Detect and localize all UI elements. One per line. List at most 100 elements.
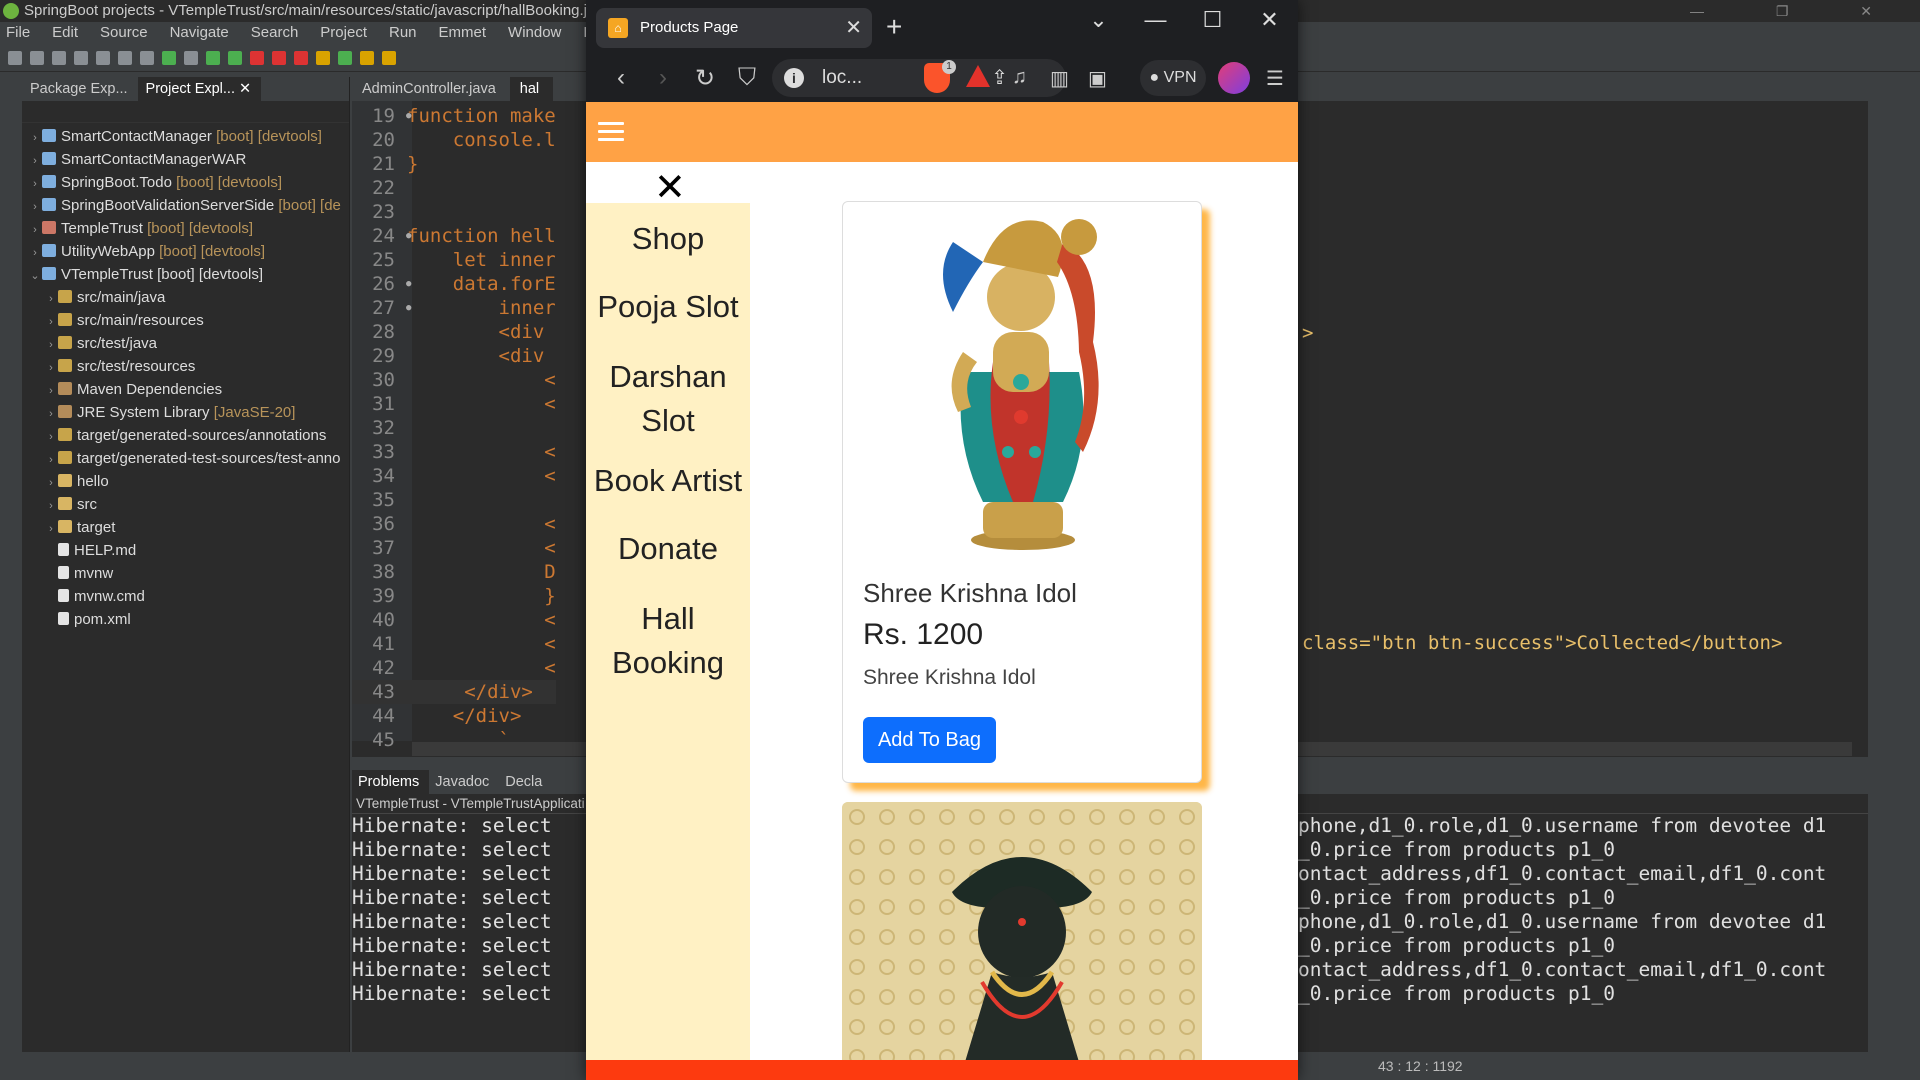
tab-products-page[interactable]: ⌂ Products Page ✕	[596, 8, 872, 48]
tab-declaration[interactable]: Decla	[499, 770, 552, 794]
brave-rewards-icon[interactable]	[966, 65, 990, 87]
close-sidenav-icon[interactable]: ✕	[654, 168, 686, 208]
tab-hall-booking[interactable]: hal	[509, 77, 554, 101]
new-tab-button[interactable]: +	[886, 10, 902, 44]
tab-search-icon[interactable]: ⌄	[1070, 0, 1127, 40]
expand-arrow-icon[interactable]: ›	[44, 334, 58, 357]
menu-item-project[interactable]: Project	[320, 22, 367, 44]
tab-javadoc[interactable]: Javadoc	[429, 770, 499, 794]
menu-item-navigate[interactable]: Navigate	[170, 22, 229, 44]
tree-item[interactable]: › UtilityWebApp [boot] [devtools]	[22, 240, 349, 263]
reload-icon[interactable]: ↻	[684, 64, 726, 93]
expand-arrow-icon[interactable]: ›	[44, 518, 58, 541]
nav-hall-booking[interactable]: Hall Booking	[586, 597, 750, 685]
expand-arrow-icon[interactable]: ›	[28, 150, 42, 173]
tree-item[interactable]: › src/main/resources	[22, 309, 349, 332]
tree-item[interactable]: mvnw	[22, 562, 349, 585]
expand-arrow-icon[interactable]: ›	[44, 380, 58, 403]
close-tab-icon[interactable]: ✕	[845, 8, 862, 48]
nav-book-artist[interactable]: Book Artist	[586, 459, 750, 503]
open-type-icon[interactable]	[360, 50, 374, 65]
expand-arrow-icon[interactable]: ›	[28, 196, 42, 219]
spring-boot-icon[interactable]	[162, 50, 176, 65]
expand-arrow-icon[interactable]: ›	[44, 357, 58, 380]
redo-icon[interactable]	[96, 50, 110, 65]
expand-arrow-icon[interactable]: ›	[28, 127, 42, 150]
forward-icon[interactable]: ›	[642, 64, 684, 92]
tree-item[interactable]: › src/test/resources	[22, 355, 349, 378]
tree-item[interactable]: › SmartContactManagerWAR	[22, 148, 349, 171]
new-package-icon[interactable]	[338, 50, 352, 65]
expand-arrow-icon[interactable]: ›	[44, 472, 58, 495]
nav-donate[interactable]: Donate	[586, 527, 750, 571]
expand-arrow-icon[interactable]: ›	[44, 403, 58, 426]
menu-item-emmet[interactable]: Emmet	[439, 22, 487, 44]
expand-arrow-icon[interactable]: ⌄	[28, 265, 42, 288]
new-java-project-icon[interactable]	[316, 50, 330, 65]
maximize-icon[interactable]: ☐	[1184, 0, 1241, 40]
tree-item[interactable]: mvnw.cmd	[22, 585, 349, 608]
tree-item[interactable]: › SpringBoot.Todo [boot] [devtools]	[22, 171, 349, 194]
ide-window-controls[interactable]: — ❐ ✕	[1690, 0, 1906, 22]
tree-item[interactable]: › target	[22, 516, 349, 539]
add-to-bag-button[interactable]: Add To Bag	[863, 717, 996, 763]
tab-problems[interactable]: Problems	[352, 770, 430, 794]
expand-arrow-icon[interactable]: ›	[44, 426, 58, 449]
brave-shields-icon[interactable]: 1	[924, 60, 956, 93]
tree-item[interactable]: › src/main/java	[22, 286, 349, 309]
tree-item[interactable]: HELP.md	[22, 539, 349, 562]
menu-item-search[interactable]: Search	[251, 22, 299, 44]
tree-item[interactable]: › JRE System Library [JavaSE-20]	[22, 401, 349, 424]
stop-icon[interactable]	[272, 50, 286, 65]
tree-item[interactable]: › target/generated-sources/annotations	[22, 424, 349, 447]
nav-pooja-slot[interactable]: Pooja Slot	[586, 285, 750, 329]
debug-icon[interactable]	[206, 50, 220, 65]
tree-item[interactable]: ⌄ VTempleTrust [boot] [devtools]	[22, 263, 349, 286]
wallet-icon[interactable]: ▣	[1088, 66, 1107, 91]
close-window-icon[interactable]: ✕	[1241, 0, 1298, 40]
save-icon[interactable]	[30, 50, 44, 65]
menu-icon[interactable]: ☰	[1266, 66, 1284, 91]
menu-item-source[interactable]: Source	[100, 22, 148, 44]
expand-arrow-icon[interactable]: ›	[44, 495, 58, 518]
hamburger-menu-icon[interactable]	[598, 122, 624, 142]
nav-shop[interactable]: Shop	[586, 217, 750, 261]
media-icon[interactable]: ♫	[1012, 66, 1027, 89]
tree-item[interactable]: › Maven Dependencies	[22, 378, 349, 401]
tree-item[interactable]: pom.xml	[22, 608, 349, 631]
tab-project-explorer[interactable]: Project Expl... ✕	[137, 77, 262, 101]
site-info-icon[interactable]: i	[784, 68, 804, 88]
tree-item[interactable]: › src/test/java	[22, 332, 349, 355]
expand-arrow-icon[interactable]: ›	[28, 242, 42, 265]
tree-item[interactable]: › TempleTrust [boot] [devtools]	[22, 217, 349, 240]
expand-arrow-icon[interactable]: ›	[44, 311, 58, 334]
tree-item[interactable]: › SpringBootValidationServerSide [boot] […	[22, 194, 349, 217]
toolbar-icon[interactable]	[140, 50, 154, 65]
toolbar-icon[interactable]	[184, 50, 198, 65]
menu-item-edit[interactable]: Edit	[52, 22, 78, 44]
undo-icon[interactable]	[74, 50, 88, 65]
menu-item-window[interactable]: Window	[508, 22, 561, 44]
menu-item-file[interactable]: File	[6, 22, 30, 44]
tree-item[interactable]: › target/generated-test-sources/test-anno	[22, 447, 349, 470]
back-icon[interactable]: ‹	[600, 64, 642, 92]
tree-item[interactable]: › SmartContactManager [boot] [devtools]	[22, 125, 349, 148]
expand-arrow-icon[interactable]: ›	[44, 288, 58, 311]
share-icon[interactable]: ⇪	[991, 59, 1008, 97]
tab-admin-controller[interactable]: AdminController.java	[352, 77, 510, 101]
tab-package-explorer[interactable]: Package Exp...	[22, 77, 138, 101]
bookmark-icon[interactable]: ⛉	[726, 64, 768, 92]
minimize-icon[interactable]: —	[1127, 0, 1184, 40]
expand-arrow-icon[interactable]: ›	[28, 173, 42, 196]
close-icon[interactable]: ✕	[239, 81, 251, 97]
profile-avatar[interactable]	[1218, 62, 1250, 94]
coverage-icon[interactable]	[250, 50, 264, 65]
tree-item[interactable]: › src	[22, 493, 349, 516]
toolbar-icon[interactable]	[118, 50, 132, 65]
sidebar-icon[interactable]: ▥	[1050, 66, 1069, 91]
nav-darshan-slot[interactable]: Darshan Slot	[586, 355, 750, 443]
expand-arrow-icon[interactable]: ›	[28, 219, 42, 242]
tree-item[interactable]: › hello	[22, 470, 349, 493]
external-tools-icon[interactable]	[294, 50, 308, 65]
expand-arrow-icon[interactable]: ›	[44, 449, 58, 472]
